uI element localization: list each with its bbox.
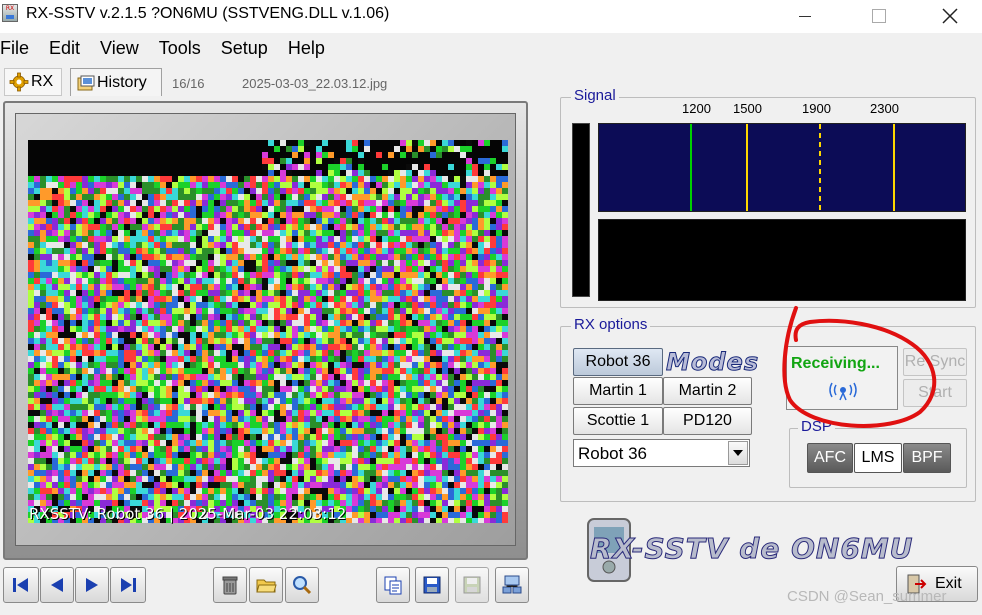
delete-button[interactable] xyxy=(213,567,247,603)
noise-canvas xyxy=(28,140,508,523)
receiving-indicator: Receiving... xyxy=(786,346,898,410)
mode-martin1-button[interactable]: Martin 1 xyxy=(573,377,663,405)
waterfall-display xyxy=(598,219,966,301)
image-caption: RXSSTV: Robot 36 | 2025-Mar-03 22:03:12 xyxy=(29,505,347,523)
mode-scottie1-button[interactable]: Scottie 1 xyxy=(573,407,663,435)
gear-icon xyxy=(9,72,29,92)
rx-options-label: RX options xyxy=(571,316,651,333)
next-image-button[interactable] xyxy=(75,567,109,603)
chevron-down-icon xyxy=(733,450,743,456)
zoom-button[interactable] xyxy=(285,567,319,603)
maximize-button[interactable] xyxy=(856,0,902,32)
tab-bar: RX History 16/16 2025-03-03_22.03.12.jpg xyxy=(0,66,545,98)
title-bar: RX RX-SSTV v.2.1.5 ?ON6MU (SSTVENG.DLL v… xyxy=(0,0,982,33)
freq-2300: 2300 xyxy=(870,101,899,116)
first-image-button[interactable] xyxy=(3,567,39,603)
copy-icon xyxy=(384,576,402,595)
resync-button[interactable]: Re Sync xyxy=(903,348,967,376)
folder-icon xyxy=(256,579,277,593)
last-image-button[interactable] xyxy=(110,567,146,603)
close-button[interactable] xyxy=(927,0,973,32)
menu-bar: File Edit View Tools Setup Help xyxy=(0,34,982,62)
network-icon xyxy=(502,575,522,594)
history-icon xyxy=(77,75,95,90)
mode-robot36-button[interactable]: Robot 36 xyxy=(573,348,663,376)
mode-select-value: Robot 36 xyxy=(578,444,647,463)
tab-rx-label: RX xyxy=(31,73,54,90)
tab-history-label: History xyxy=(97,73,147,91)
signal-label: Signal xyxy=(571,87,619,104)
antenna-icon xyxy=(829,382,857,401)
mode-martin2-button[interactable]: Martin 2 xyxy=(663,377,752,405)
last-icon xyxy=(121,578,136,592)
open-folder-button[interactable] xyxy=(249,567,283,603)
spectrum-display xyxy=(598,123,966,212)
tab-history[interactable]: History xyxy=(70,68,162,96)
save-icon xyxy=(423,576,441,594)
modes-logo: Modes xyxy=(665,348,760,377)
search-icon xyxy=(293,576,312,595)
menu-help[interactable]: Help xyxy=(288,38,335,59)
trash-icon xyxy=(222,576,238,595)
app-icon: RX xyxy=(2,4,18,22)
copy-button[interactable] xyxy=(376,567,410,603)
signal-level-bar xyxy=(572,123,590,297)
start-button[interactable]: Start xyxy=(903,379,967,407)
history-counter: 16/16 xyxy=(172,76,205,91)
bpf-button[interactable]: BPF xyxy=(903,443,951,473)
close-icon xyxy=(942,8,958,24)
receiving-status: Receiving... xyxy=(791,355,880,372)
save-button[interactable] xyxy=(415,567,449,603)
dsp-label: DSP xyxy=(798,418,835,435)
received-image xyxy=(28,140,508,523)
freq-1900: 1900 xyxy=(802,101,831,116)
tab-rx[interactable]: RX xyxy=(4,68,62,96)
app-logo-text: RX-SSTV de ON6MU xyxy=(589,532,914,566)
menu-setup[interactable]: Setup xyxy=(221,38,288,59)
freq-1200: 1200 xyxy=(682,101,711,116)
previous-image-button[interactable] xyxy=(40,567,74,603)
send-button[interactable] xyxy=(495,567,529,603)
history-filename: 2025-03-03_22.03.12.jpg xyxy=(242,76,388,91)
save-as-button[interactable] xyxy=(455,567,489,603)
minimize-button[interactable] xyxy=(782,0,828,32)
dropdown-button[interactable] xyxy=(728,441,748,465)
prev-icon xyxy=(51,578,63,592)
watermark-text: CSDN @Sean_summer xyxy=(787,588,947,605)
menu-file[interactable]: File xyxy=(0,38,49,59)
menu-view[interactable]: View xyxy=(100,38,159,59)
menu-tools[interactable]: Tools xyxy=(159,38,221,59)
spectrum-markers xyxy=(690,124,895,211)
first-icon xyxy=(13,578,28,592)
mode-pd120-button[interactable]: PD120 xyxy=(663,407,752,435)
window-title: RX-SSTV v.2.1.5 ?ON6MU (SSTVENG.DLL v.1.… xyxy=(26,5,390,22)
freq-1500: 1500 xyxy=(733,101,762,116)
afc-button[interactable]: AFC xyxy=(807,443,853,473)
save-disabled-icon xyxy=(463,576,481,594)
lms-button[interactable]: LMS xyxy=(854,443,902,473)
next-icon xyxy=(86,578,98,592)
mode-select[interactable]: Robot 36 xyxy=(573,439,750,467)
menu-edit[interactable]: Edit xyxy=(49,38,100,59)
